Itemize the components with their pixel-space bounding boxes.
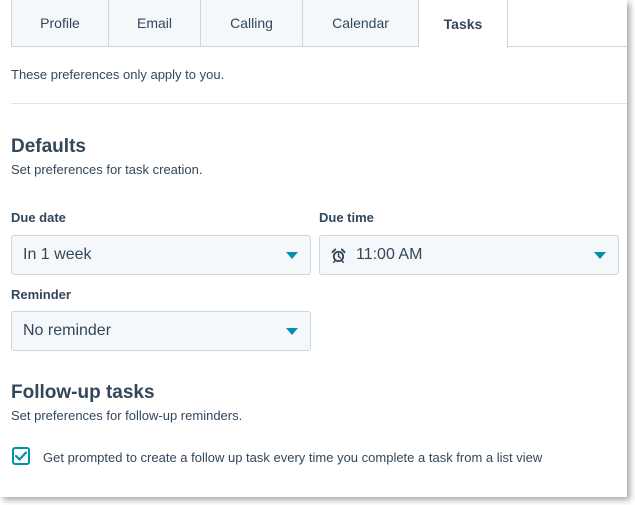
- preferences-note: These preferences only apply to you.: [11, 67, 225, 82]
- defaults-subtitle: Set preferences for task creation.: [11, 162, 203, 177]
- followup-title: Follow-up tasks: [11, 382, 155, 403]
- defaults-title: Defaults: [11, 136, 86, 157]
- tab-bar-filler: [508, 0, 627, 47]
- due-date-select[interactable]: In 1 week: [11, 235, 311, 275]
- due-time-label: Due time: [319, 210, 374, 225]
- chevron-down-icon: [286, 327, 298, 335]
- tab-bar: Profile Email Calling Calendar Tasks: [11, 0, 508, 48]
- due-time-value: 11:00 AM: [356, 246, 423, 263]
- tab-calendar[interactable]: Calendar: [303, 0, 419, 47]
- reminder-label: Reminder: [11, 287, 71, 302]
- tab-tasks[interactable]: Tasks: [419, 0, 508, 48]
- preferences-panel: Profile Email Calling Calendar Tasks The…: [0, 0, 627, 497]
- chevron-down-icon: [286, 251, 298, 259]
- reminder-select[interactable]: No reminder: [11, 311, 311, 351]
- followup-subtitle: Set preferences for follow-up reminders.: [11, 408, 243, 423]
- due-time-select[interactable]: 11:00 AM: [319, 235, 619, 275]
- tab-calling[interactable]: Calling: [201, 0, 303, 47]
- followup-checkbox-label[interactable]: Get prompted to create a follow up task …: [43, 446, 603, 470]
- checkmark-icon: [15, 451, 27, 461]
- tab-email[interactable]: Email: [109, 0, 201, 47]
- followup-checkbox[interactable]: [12, 447, 30, 465]
- reminder-value: No reminder: [23, 322, 112, 339]
- divider: [11, 103, 627, 104]
- alarm-clock-icon: [331, 247, 346, 263]
- due-date-label: Due date: [11, 210, 66, 225]
- due-date-value: In 1 week: [23, 246, 92, 263]
- tab-profile[interactable]: Profile: [11, 0, 109, 47]
- chevron-down-icon: [594, 251, 606, 259]
